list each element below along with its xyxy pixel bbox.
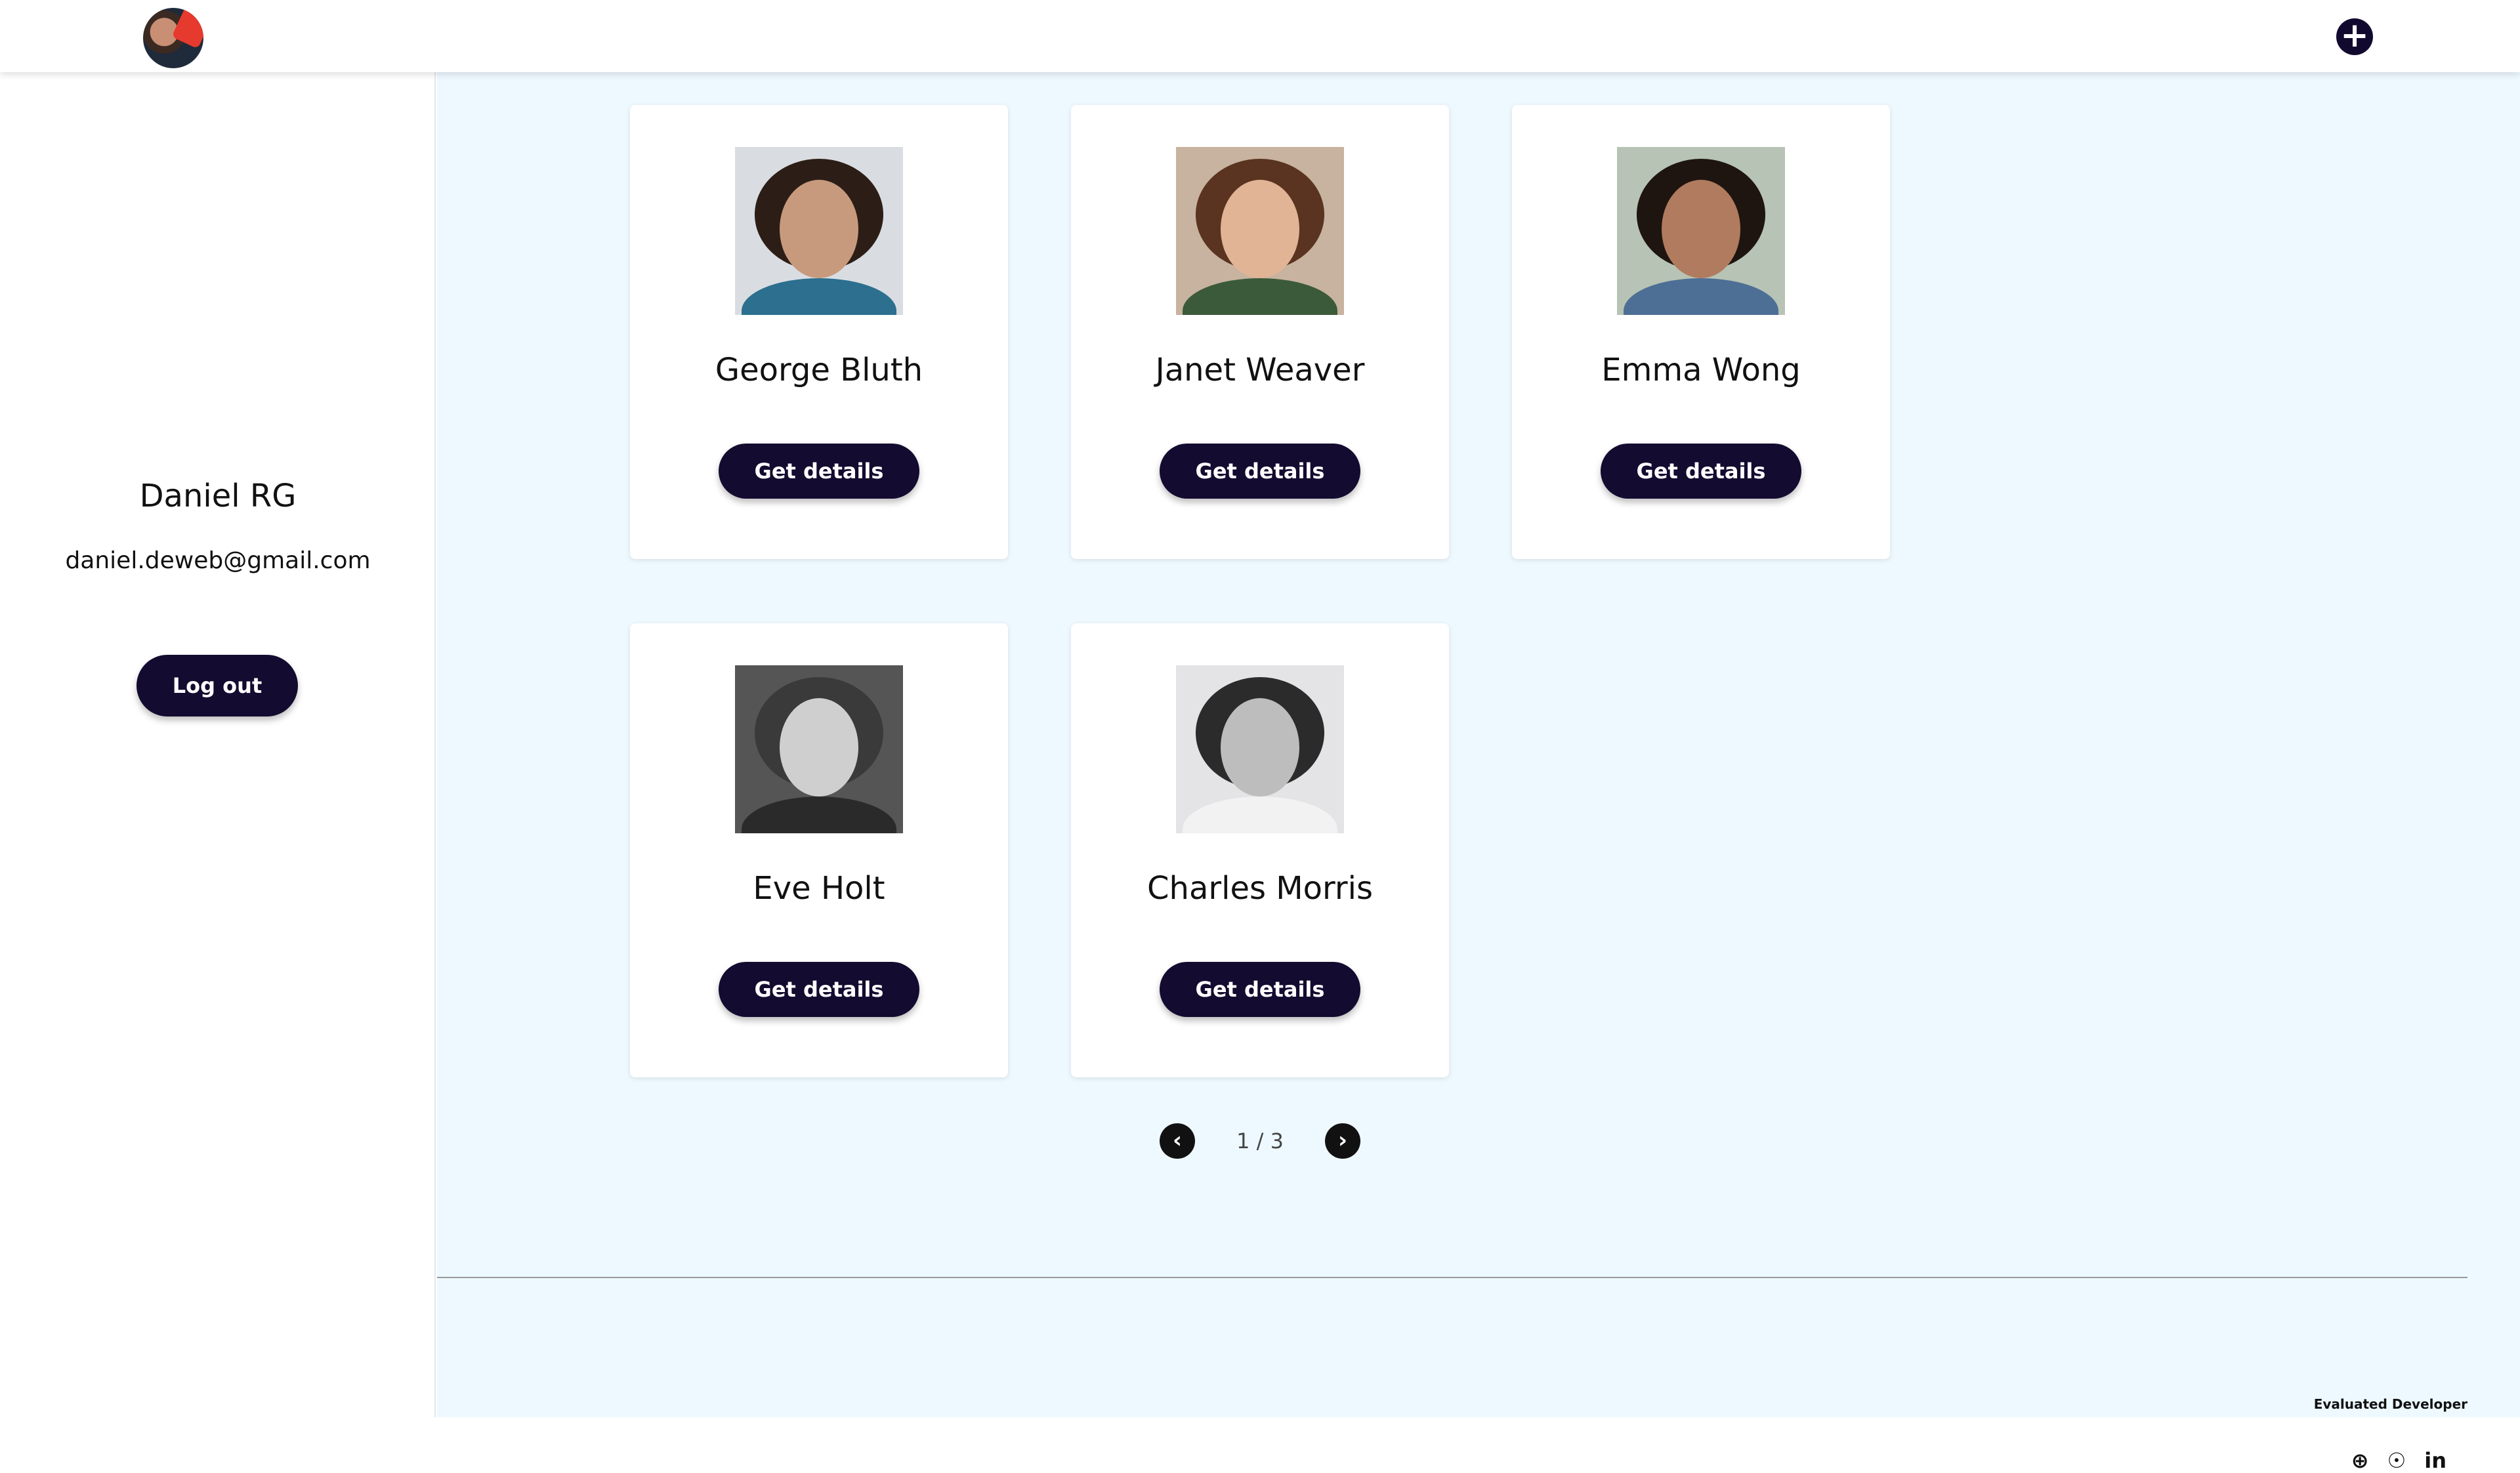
get-details-button[interactable]: Get details [1601, 444, 1801, 499]
user-card: Eve Holt Get details [630, 623, 1008, 1077]
user-card: Emma Wong Get details [1512, 105, 1890, 559]
github-icon[interactable]: ☉ [2387, 1449, 2406, 1472]
user-card: George Bluth Get details [630, 105, 1008, 559]
user-photo [735, 665, 903, 833]
user-card: Janet Weaver Get details [1071, 105, 1449, 559]
sidebar: Daniel RG daniel.deweb@gmail.com Log out [0, 72, 436, 1417]
user-photo [735, 147, 903, 315]
linkedin-icon[interactable]: in [2424, 1449, 2446, 1472]
get-details-button[interactable]: Get details [1160, 444, 1360, 499]
user-card-name: Charles Morris [1147, 870, 1373, 907]
get-details-button[interactable]: Get details [719, 962, 919, 1017]
user-name: Daniel RG [139, 478, 297, 514]
footer-divider [437, 1277, 2468, 1278]
globe-icon[interactable]: ⊕ [2351, 1449, 2369, 1472]
get-details-button[interactable]: Get details [719, 444, 919, 499]
main-content: George Bluth Get details Janet Weaver Ge… [437, 72, 2520, 1472]
user-card-name: Janet Weaver [1155, 352, 1365, 388]
previous-page-button[interactable]: ‹ [1160, 1123, 1195, 1159]
user-card-name: Eve Holt [753, 870, 885, 907]
user-photo [1617, 147, 1785, 315]
user-avatar-icon[interactable] [143, 8, 203, 68]
footer-social-links: ⊕ ☉ in [2351, 1449, 2446, 1472]
next-page-button[interactable]: › [1325, 1123, 1360, 1159]
user-email: daniel.deweb@gmail.com [65, 547, 371, 574]
logout-button[interactable]: Log out [136, 655, 298, 716]
user-card: Charles Morris Get details [1071, 623, 1449, 1077]
user-photo [1176, 147, 1344, 315]
footer-credit: Evaluated Developer [2313, 1396, 2468, 1412]
user-card-name: Emma Wong [1601, 352, 1801, 388]
pagination: ‹ 1 / 3 › [1160, 1123, 1422, 1160]
get-details-button[interactable]: Get details [1160, 962, 1360, 1017]
page-indicator: 1 / 3 [1236, 1129, 1284, 1153]
user-card-name: George Bluth [715, 352, 923, 388]
user-photo [1176, 665, 1344, 833]
add-user-button[interactable]: + [2336, 18, 2373, 55]
top-bar: + [0, 0, 2520, 72]
